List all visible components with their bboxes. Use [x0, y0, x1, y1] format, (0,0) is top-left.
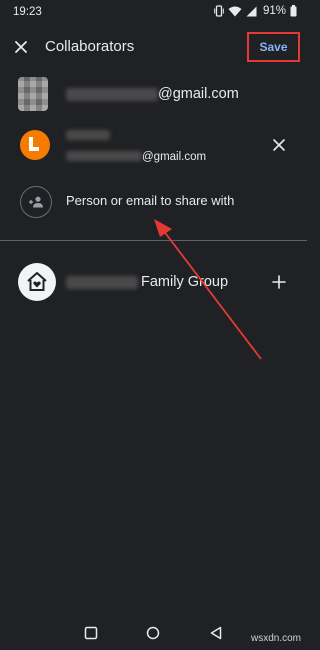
redacted-email: [66, 151, 142, 161]
system-nav-bar: wsxdn.com: [0, 616, 307, 650]
share-email-input[interactable]: [66, 193, 286, 208]
collaborator-email-suffix: @gmail.com: [158, 86, 239, 102]
status-icons: 91%: [214, 5, 297, 17]
vibrate-icon: [214, 5, 224, 17]
collaborator-row-owner: @gmail.com: [0, 77, 307, 113]
person-add-icon: [20, 186, 52, 218]
divider: [0, 240, 307, 241]
redacted-group-name: [66, 276, 138, 289]
plus-icon[interactable]: [271, 274, 287, 290]
collaborator-email-suffix: @gmail.com: [142, 151, 207, 163]
close-icon[interactable]: [12, 38, 30, 56]
family-group-row: Family Group: [0, 263, 307, 301]
battery-percent: 91%: [262, 5, 286, 17]
page-title: Collaborators: [45, 38, 135, 55]
watermark: wsxdn.com: [250, 633, 301, 644]
redacted-name: [66, 130, 110, 140]
circle-icon[interactable]: [145, 625, 161, 641]
battery-icon: [290, 5, 297, 17]
square-icon[interactable]: [83, 625, 99, 641]
collaborator-row: @gmail.com: [0, 128, 307, 164]
triangle-back-icon[interactable]: [208, 625, 224, 641]
home-heart-icon: [18, 263, 56, 301]
top-app-bar: Collaborators Save: [0, 30, 307, 66]
redacted-name: [66, 88, 158, 101]
status-time: 19:23: [13, 6, 42, 18]
status-bar: 19:23 91%: [0, 0, 307, 24]
remove-collaborator-close-icon[interactable]: [271, 137, 287, 153]
save-button[interactable]: Save: [247, 32, 300, 62]
family-group-label: Family Group: [141, 274, 229, 290]
share-input-row: [0, 186, 307, 218]
avatar: [20, 130, 50, 160]
wifi-icon: [228, 6, 242, 16]
avatar: [18, 77, 48, 111]
signal-icon: [246, 6, 257, 16]
